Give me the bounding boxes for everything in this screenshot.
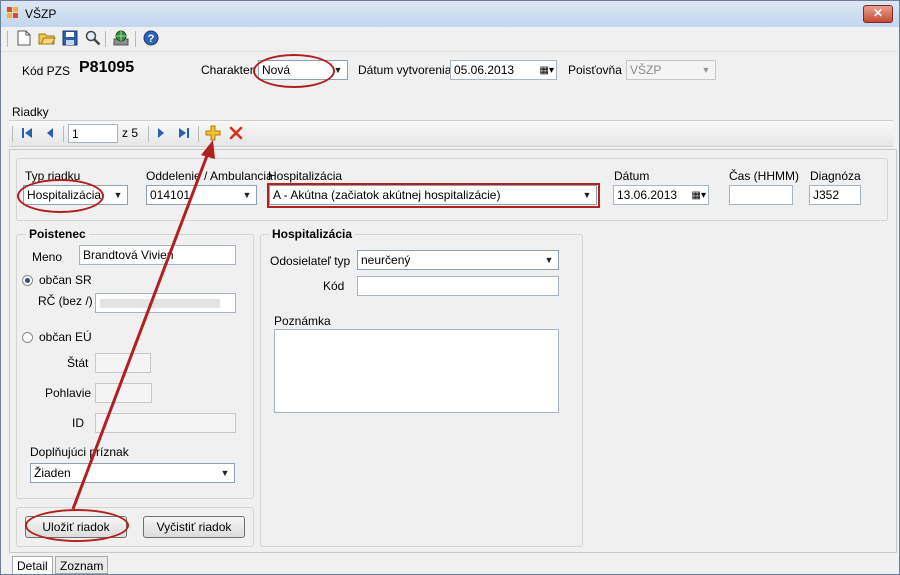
main-window: VŠZP ✕ ? Kód PZS P81095 Charakter Nová ▼ <box>0 0 900 575</box>
annotation-arrow <box>71 140 215 510</box>
